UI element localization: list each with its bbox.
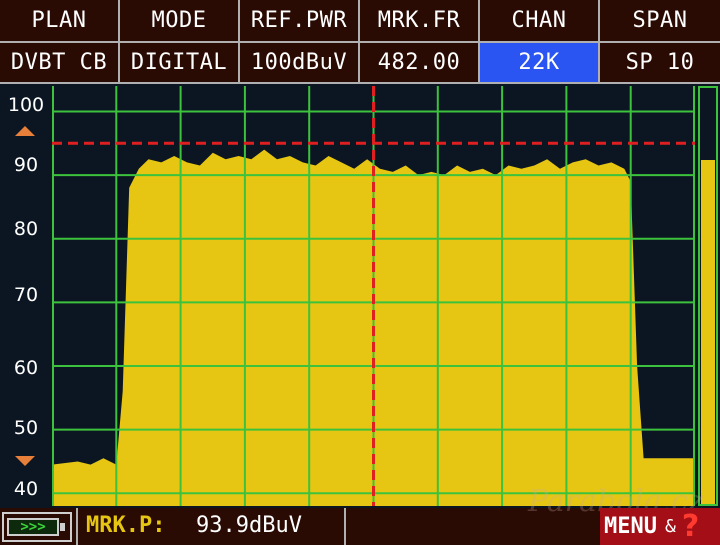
triangle-up-icon[interactable] [15, 126, 35, 136]
span-label: SPAN [600, 0, 720, 43]
triangle-down-icon[interactable] [15, 456, 35, 466]
footer-divider [344, 508, 346, 545]
battery-charge-glyphs: >>> [20, 519, 46, 535]
chan-value-button[interactable]: 22K [480, 43, 600, 84]
signal-level-bar [698, 86, 718, 506]
ref-pwr-value-button[interactable]: 100dBuV [240, 43, 360, 84]
scale-tick-40: 40 [13, 478, 39, 500]
menu-ampersand: & [664, 516, 676, 537]
menu-label: MENU [604, 514, 657, 539]
footer-bar: >>> MRK.P: 93.9dBuV Parabola.cz MENU & ? [0, 484, 720, 545]
scale-tick-70: 70 [13, 284, 39, 306]
spectrum-plot[interactable] [52, 86, 695, 506]
scale-tick-60: 60 [13, 357, 39, 379]
plan-value-button[interactable]: DVBT CB [0, 43, 120, 84]
marker-power-label: MRK.P: [86, 513, 166, 538]
scale-tick-80: 80 [13, 218, 39, 240]
ref-pwr-label: REF.PWR [240, 0, 360, 43]
mode-value-button[interactable]: DIGITAL [120, 43, 240, 84]
span-value-button[interactable]: SP 10 [600, 43, 720, 84]
help-icon[interactable]: ? [682, 509, 699, 544]
mrk-fr-label: MRK.FR [360, 0, 480, 43]
plan-label: PLAN [0, 0, 120, 43]
chan-label: CHAN [480, 0, 600, 43]
level-bar-fill [701, 160, 715, 504]
scale-tick-100: 100 [7, 94, 45, 116]
battery-icon: >>> [2, 512, 72, 542]
battery-body: >>> [7, 518, 59, 536]
mrk-fr-value-button[interactable]: 482.00 [360, 43, 480, 84]
footer-divider [76, 508, 78, 545]
mode-label: MODE [120, 0, 240, 43]
scale-tick-90: 90 [13, 154, 39, 176]
header-bar: PLAN DVBT CB MODE DIGITAL REF.PWR 100dBu… [0, 0, 720, 84]
battery-tip [60, 523, 65, 531]
marker-power-value: 93.9dBuV [196, 513, 302, 538]
level-scale: 100 90 80 70 60 50 40 [0, 86, 50, 508]
scale-tick-50: 50 [13, 417, 39, 439]
menu-button[interactable]: MENU & ? [600, 508, 720, 545]
